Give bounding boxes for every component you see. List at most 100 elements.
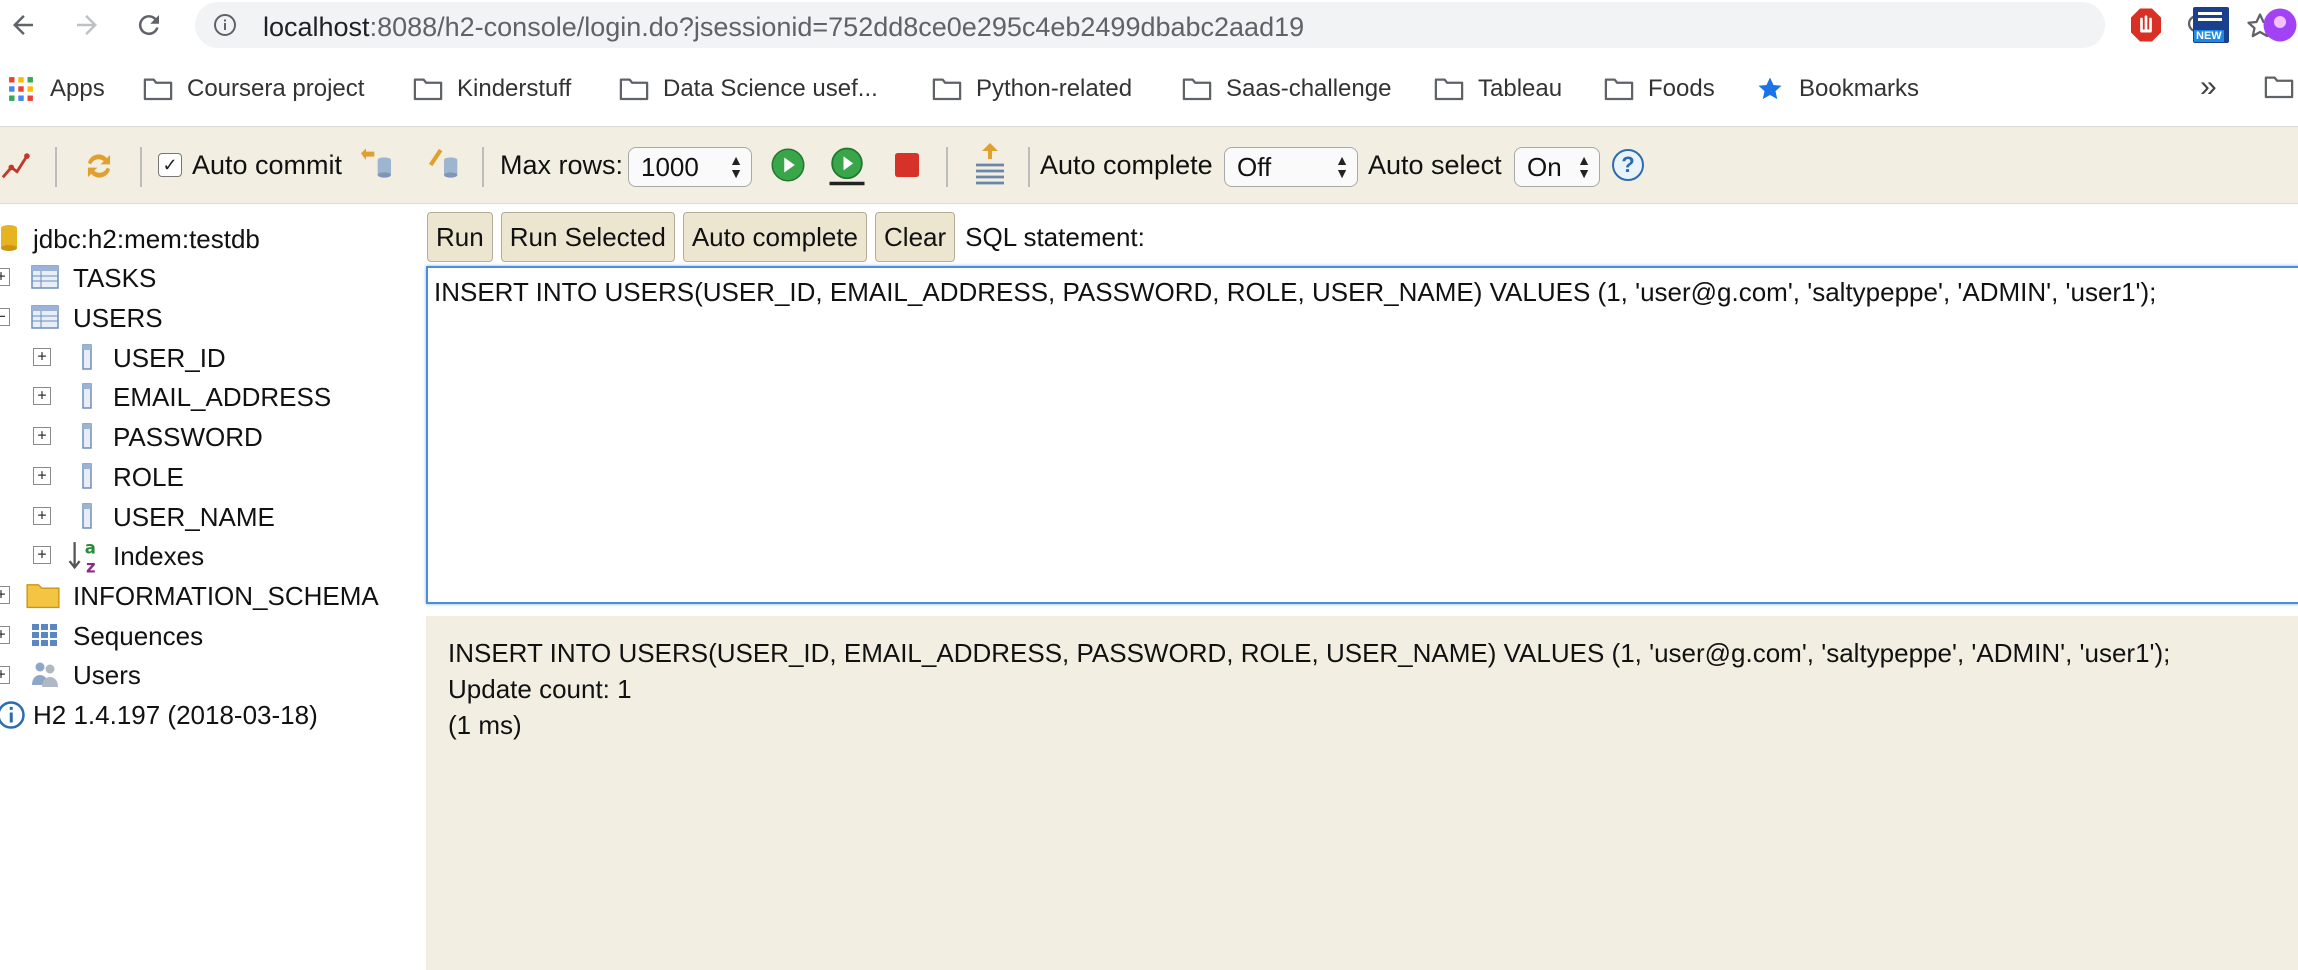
expand-toggle[interactable]: + [0,626,10,644]
rollback-icon[interactable] [356,145,396,185]
column-icon [82,383,92,409]
collapse-toggle[interactable]: − [0,308,10,326]
tree-indexes[interactable]: Indexes [113,539,204,573]
expand-toggle[interactable]: + [33,467,51,485]
back-arrow-icon [13,15,33,35]
max-rows-select[interactable]: 1000 ▲ ▼ [628,147,752,187]
auto-complete-value: Off [1237,151,1272,182]
bookmark-folder-tableau[interactable]: Tableau [1434,72,1562,106]
expand-toggle[interactable]: + [33,348,51,366]
bookmark-label: Kinderstuff [457,75,572,102]
bookmark-folder-saas[interactable]: Saas-challenge [1182,72,1391,106]
toolbar-separator [482,147,484,187]
bookmark-label: Foods [1648,75,1715,102]
help-icon[interactable]: ? [1612,149,1644,181]
bookmark-label: Coursera project [187,75,365,102]
tree-table-users[interactable]: USERS [73,301,163,335]
stop-hand-extension-icon[interactable] [2128,7,2164,43]
result-update-count: Update count: 1 [448,674,632,704]
users-icon [32,662,58,687]
reload-button[interactable] [132,8,166,42]
expand-toggle[interactable]: + [0,268,10,286]
tree-connection[interactable]: jdbc:h2:mem:testdb [33,222,260,256]
profile-extension-icon[interactable] [2262,7,2298,43]
info-icon [0,701,25,729]
history-icon[interactable] [972,141,1008,189]
run-play-icon[interactable] [770,147,806,183]
star-icon [1755,74,1785,104]
bookmark-folder-data-science[interactable]: Data Science usef... [619,72,878,106]
tree-users[interactable]: Users [73,658,141,692]
auto-commit-checkbox[interactable]: ✓ [158,153,182,177]
sql-editor-text: INSERT INTO USERS(USER_ID, EMAIL_ADDRESS… [434,277,2157,307]
folder-icon [413,74,443,104]
bookmark-folder-foods[interactable]: Foods [1604,72,1715,106]
url-text: localhost:8088/h2-console/login.do?jsess… [263,12,1305,42]
folder-icon [1182,74,1212,104]
back-button[interactable] [6,8,40,42]
expand-toggle[interactable]: + [33,387,51,405]
auto-select-label: Auto select [1368,149,1502,180]
tree-column[interactable]: PASSWORD [113,420,263,454]
auto-complete-button[interactable]: Auto complete [682,212,868,262]
stop-icon[interactable] [891,149,923,181]
bookmark-label: Bookmarks [1799,75,1920,102]
bookmarks-bar: Apps Coursera project Kinderstuff Data S… [0,50,2298,127]
folder-icon [26,584,60,609]
tree-column[interactable]: EMAIL_ADDRESS [113,380,331,414]
bookmark-bookmarks[interactable]: Bookmarks [1755,72,1919,106]
bookmark-folder-python[interactable]: Python-related [932,72,1132,106]
result-statement: INSERT INTO USERS(USER_ID, EMAIL_ADDRESS… [448,638,2171,668]
database-icon [1,225,17,251]
expand-toggle[interactable]: + [33,507,51,525]
auto-select-select[interactable]: On ▲ ▼ [1514,147,1600,187]
commit-icon[interactable] [424,145,464,185]
info-icon[interactable] [213,13,237,37]
tree-column[interactable]: USER_ID [113,341,226,375]
column-icon [82,344,92,370]
max-rows-value: 1000 [641,151,699,182]
run-selected-icon[interactable] [826,145,868,187]
news-extension-icon[interactable]: NEW [2193,7,2229,43]
expand-toggle[interactable]: + [0,586,10,604]
svg-text:z: z [86,557,96,575]
clear-button[interactable]: Clear [875,212,956,262]
table-icon [31,305,59,329]
h2-version: H2 1.4.197 (2018-03-18) [33,699,318,730]
bookmark-label: Saas-challenge [1226,75,1392,102]
bookmarks-overflow-button[interactable]: » [2200,70,2217,104]
bookmark-folder-kinderstuff[interactable]: Kinderstuff [413,72,571,106]
expand-toggle[interactable]: + [0,666,10,684]
news-extension-badge: NEW [2194,30,2224,42]
select-arrows-icon: ▲ ▼ [729,152,743,181]
bookmark-label: Data Science usef... [663,75,878,102]
apps-grid-icon [6,74,36,104]
tree-information-schema[interactable]: INFORMATION_SCHEMA [73,579,379,613]
address-bar[interactable]: localhost:8088/h2-console/login.do?jsess… [195,2,2273,48]
disconnect-icon[interactable] [0,149,34,183]
forward-button[interactable] [70,8,104,42]
bookmark-label: Tableau [1478,75,1563,102]
sql-editor[interactable]: INSERT INTO USERS(USER_ID, EMAIL_ADDRESS… [426,266,2298,604]
bookmark-folder-coursera[interactable]: Coursera project [143,72,364,106]
expand-toggle[interactable]: + [33,546,51,564]
expand-toggle[interactable]: + [33,427,51,445]
result-time: (1 ms) [448,710,522,740]
run-selected-button[interactable]: Run Selected [500,212,675,262]
forward-arrow-icon [77,15,97,35]
tree-column[interactable]: USER_NAME [113,500,275,534]
result-panel: INSERT INTO USERS(USER_ID, EMAIL_ADDRESS… [426,616,2298,970]
run-button[interactable]: Run [427,212,493,262]
tree-sequences[interactable]: Sequences [73,619,203,653]
auto-commit-label: Auto commit [192,149,343,180]
auto-commit-toggle[interactable]: ✓ Auto commit [158,127,342,203]
max-rows-label: Max rows: [500,149,624,180]
tree-table-tasks[interactable]: TASKS [73,261,156,295]
tree-column[interactable]: ROLE [113,460,184,494]
refresh-icon[interactable] [80,147,118,185]
bookmark-label: Python-related [976,75,1133,102]
folder-icon[interactable] [2264,74,2294,100]
folder-icon [932,74,962,104]
bookmark-apps[interactable]: Apps [6,72,105,106]
auto-complete-select[interactable]: Off ▲ ▼ [1224,147,1358,187]
